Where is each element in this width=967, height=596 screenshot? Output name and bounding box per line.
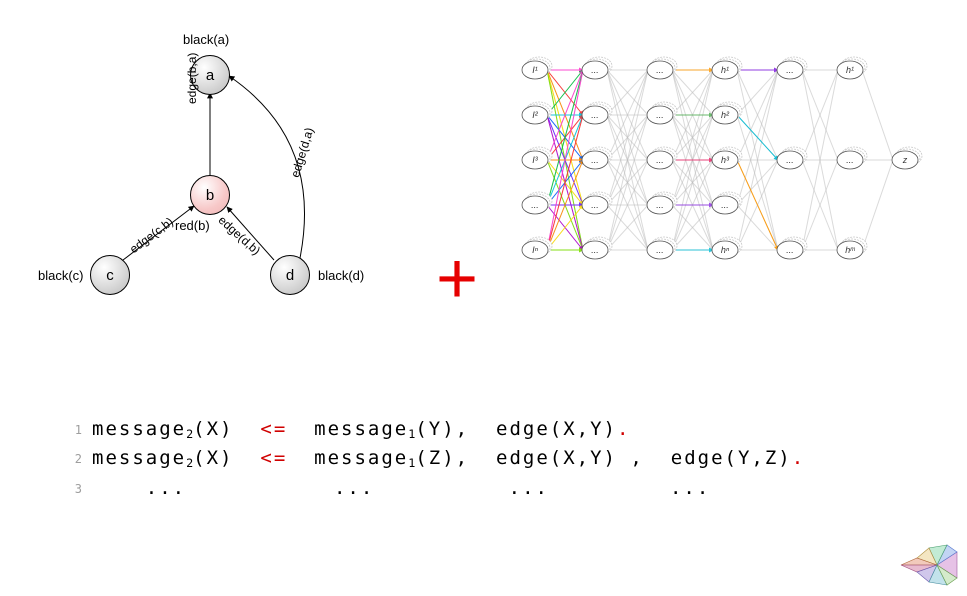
node-d-label: d [286, 267, 294, 284]
svg-text:...: ... [656, 65, 664, 75]
tok: , [456, 418, 469, 440]
svg-text:...: ... [786, 65, 794, 75]
attr-d: black(d) [318, 268, 364, 283]
edge-ba-label: edge(b,a) [185, 53, 199, 104]
ell: ... [509, 477, 549, 499]
attr-c: black(c) [38, 268, 84, 283]
tok: (X) [193, 447, 233, 469]
op: <= [260, 418, 287, 440]
dot: . [792, 447, 805, 469]
logic-graph: a b c d black(a) red(b) black(c) black(d… [60, 20, 380, 310]
svg-text:...: ... [846, 155, 854, 165]
svg-text:...: ... [786, 245, 794, 255]
tok: edge(Y,Z) [671, 447, 792, 469]
neural-network-diagram: I¹I²I³...Iⁿ.............................… [510, 45, 930, 275]
node-a-label: a [206, 67, 214, 84]
svg-text:h¹: h¹ [721, 65, 729, 75]
code-line-3: 3 ... ... ... ... [60, 474, 920, 503]
svg-text:...: ... [531, 200, 539, 210]
lineno-2: 2 [60, 450, 82, 469]
svg-text:Iⁿ: Iⁿ [532, 245, 539, 255]
svg-text:...: ... [721, 200, 729, 210]
svg-text:...: ... [591, 65, 599, 75]
attr-b: red(b) [175, 218, 210, 233]
tok: , [630, 447, 643, 469]
nn-svg: I¹I²I³...Iⁿ.............................… [510, 45, 930, 275]
code-line-1: 1message2(X) <= message1(Y), edge(X,Y). [60, 415, 920, 444]
lineno-3: 3 [60, 480, 82, 499]
tok: (Z) [415, 447, 455, 469]
svg-text:hⁿ: hⁿ [721, 245, 730, 255]
plus-symbol: + [436, 243, 478, 315]
tok: message [92, 447, 186, 469]
lineno-1: 1 [60, 421, 82, 440]
tok: message [92, 418, 186, 440]
svg-text:...: ... [591, 155, 599, 165]
corner-logo-icon [899, 540, 959, 590]
ell: ... [146, 477, 186, 499]
graph-node-d: d [270, 255, 310, 295]
code-line-2: 2message2(X) <= message1(Z), edge(X,Y) ,… [60, 444, 920, 473]
svg-text:z: z [902, 155, 908, 165]
svg-text:I¹: I¹ [532, 65, 538, 75]
svg-text:...: ... [656, 110, 664, 120]
ell: ... [334, 477, 374, 499]
svg-text:...: ... [591, 245, 599, 255]
tok: (X) [193, 418, 233, 440]
dot: . [617, 418, 630, 440]
tok: , [456, 447, 469, 469]
svg-text:...: ... [656, 200, 664, 210]
tok: edge(X,Y) [496, 418, 617, 440]
svg-text:hᵐ: hᵐ [845, 245, 855, 255]
svg-text:h¹: h¹ [846, 65, 854, 75]
svg-text:...: ... [591, 110, 599, 120]
tok: (Y) [415, 418, 455, 440]
ell: ... [670, 477, 710, 499]
op: <= [260, 447, 287, 469]
tok: edge(X,Y) [496, 447, 617, 469]
svg-text:...: ... [786, 155, 794, 165]
node-c-label: c [106, 267, 114, 284]
tok: message [314, 447, 408, 469]
code-block: 1message2(X) <= message1(Y), edge(X,Y). … [60, 415, 920, 503]
tok: message [314, 418, 408, 440]
svg-text:...: ... [656, 245, 664, 255]
node-b-label: b [206, 187, 214, 204]
svg-text:h²: h² [721, 110, 730, 120]
graph-node-c: c [90, 255, 130, 295]
attr-a: black(a) [183, 32, 229, 47]
svg-text:h³: h³ [721, 155, 730, 165]
svg-text:...: ... [591, 200, 599, 210]
svg-text:...: ... [656, 155, 664, 165]
graph-node-b: b [190, 175, 230, 215]
